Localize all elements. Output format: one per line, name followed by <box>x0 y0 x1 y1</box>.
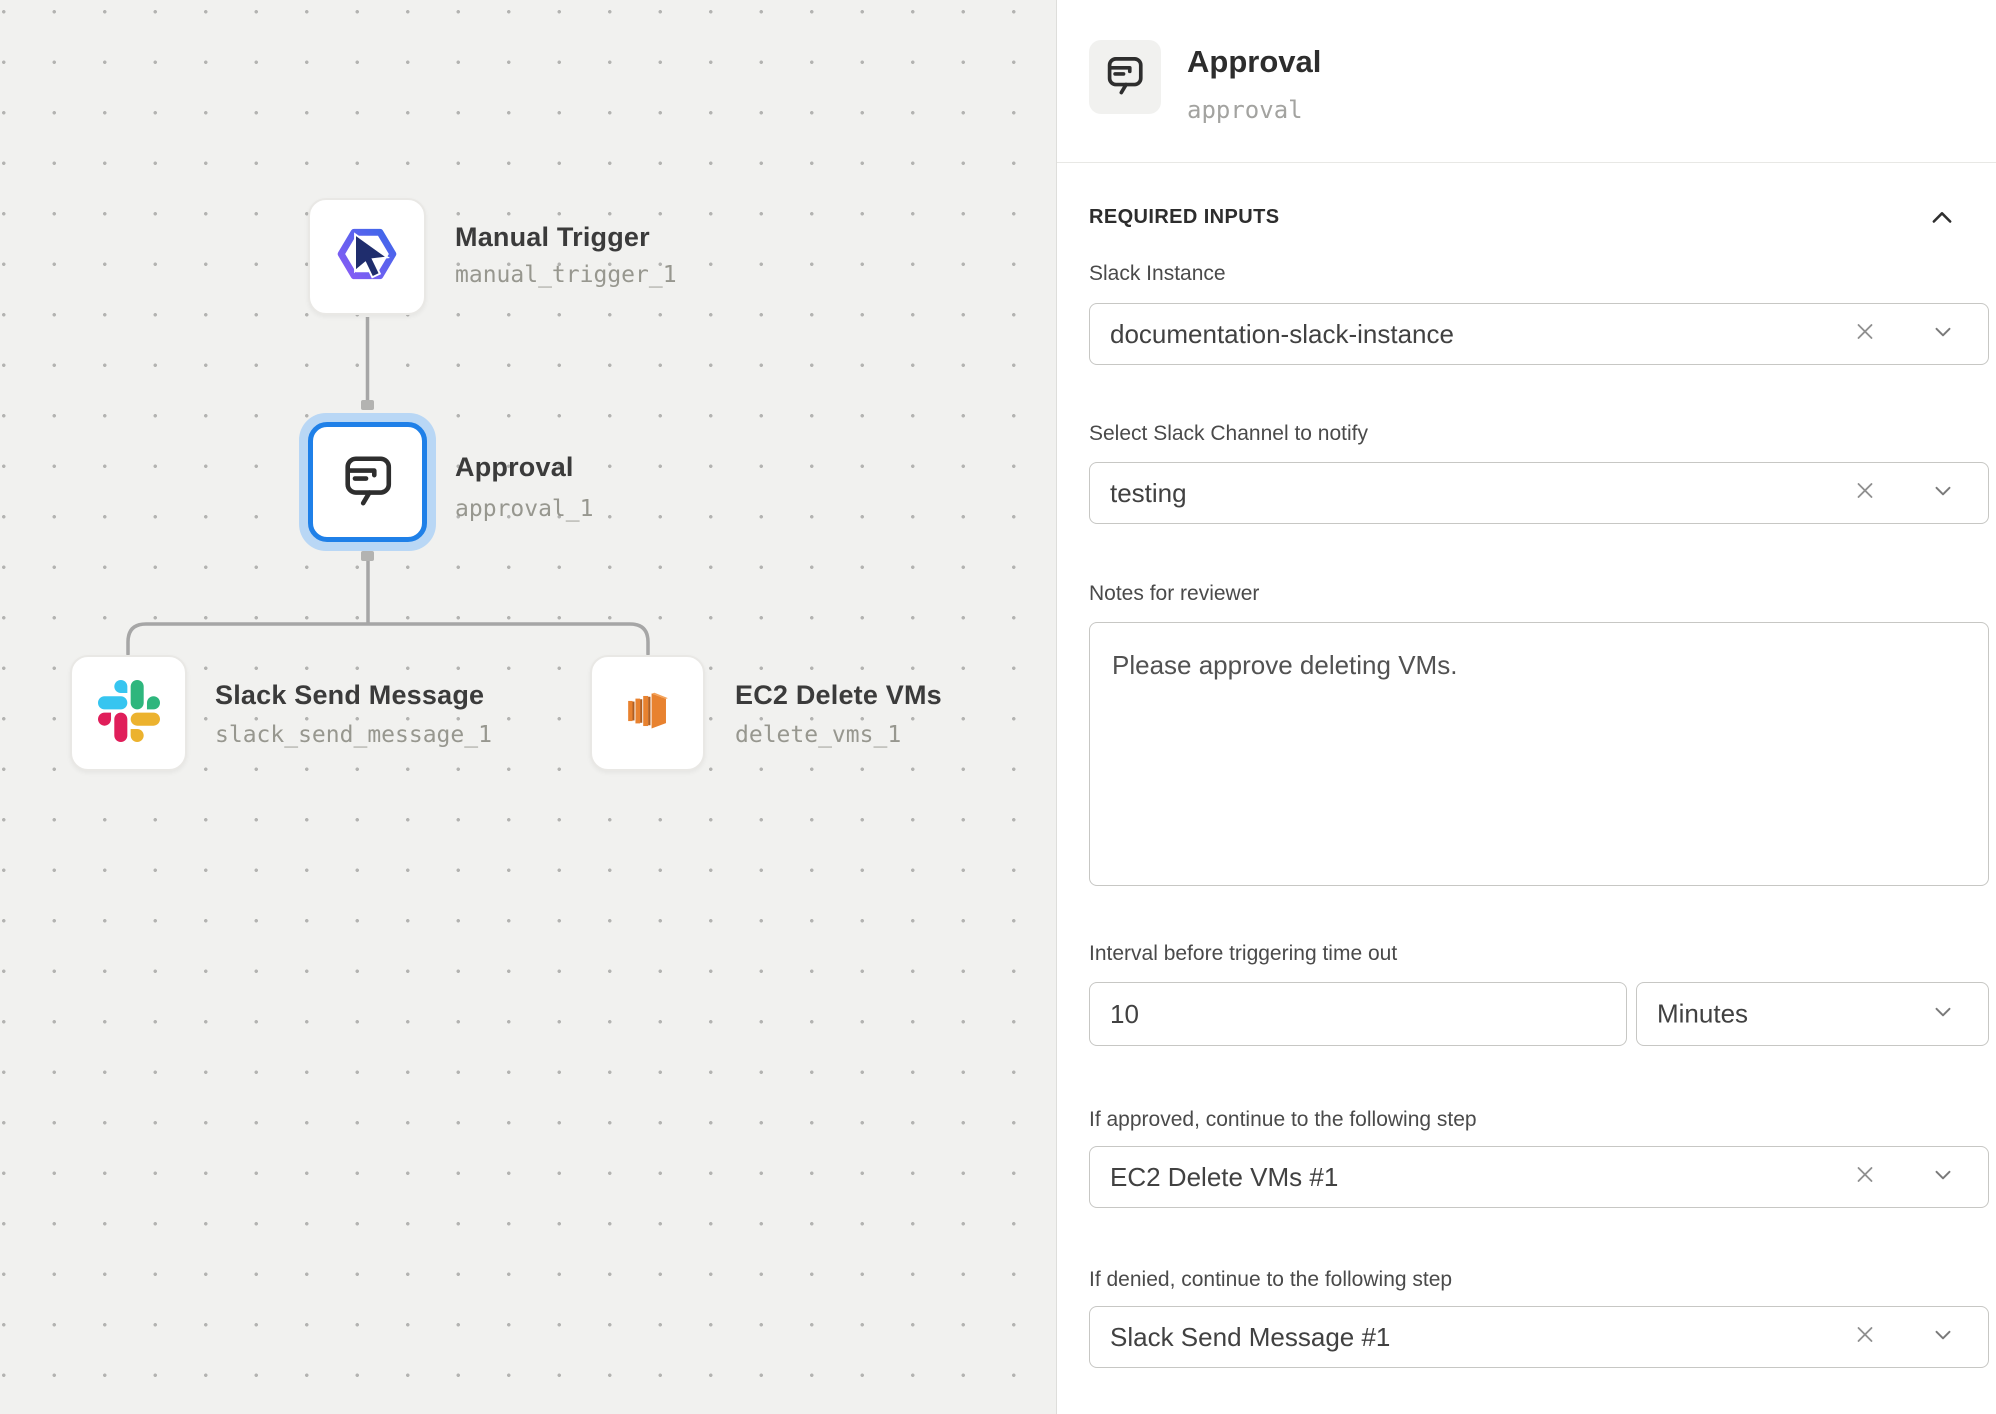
node-title: Manual Trigger <box>455 222 650 253</box>
clear-icon[interactable] <box>1852 1322 1878 1353</box>
interval-value-input[interactable] <box>1089 982 1627 1046</box>
node-title: Slack Send Message <box>215 680 484 711</box>
step-config-panel: Approval approval REQUIRED INPUTS Slack … <box>1056 0 1996 1414</box>
required-inputs-section-title: REQUIRED INPUTS <box>1089 206 1279 229</box>
node-approval-selection-halo <box>299 413 436 551</box>
chevron-up-icon[interactable] <box>1928 204 1956 232</box>
interval-unit-select[interactable]: Minutes <box>1636 982 1989 1046</box>
slack-icon <box>98 680 160 747</box>
slack-instance-label: Slack Instance <box>1089 262 1226 286</box>
slack-channel-combobox <box>1089 462 1989 524</box>
workflow-canvas[interactable]: Manual Trigger manual_trigger_1 Approval… <box>0 0 1056 1414</box>
if-denied-combobox <box>1089 1306 1989 1368</box>
node-slack-send-message[interactable] <box>70 655 187 771</box>
node-title: Approval <box>455 452 574 483</box>
panel-title: Approval <box>1187 44 1321 80</box>
chevron-down-icon[interactable] <box>1930 319 1956 350</box>
chevron-down-icon[interactable] <box>1930 478 1956 509</box>
node-subtitle: manual_trigger_1 <box>455 262 677 288</box>
node-subtitle: slack_send_message_1 <box>215 722 492 748</box>
approval-comment-icon <box>339 451 397 514</box>
if-denied-label: If denied, continue to the following ste… <box>1089 1268 1452 1292</box>
panel-subtitle: approval <box>1187 96 1303 124</box>
interval-label: Interval before triggering time out <box>1089 942 1397 966</box>
node-subtitle: approval_1 <box>455 496 593 522</box>
slack-channel-label: Select Slack Channel to notify <box>1089 422 1368 446</box>
interval-unit-value: Minutes <box>1657 999 1748 1030</box>
if-approved-combobox <box>1089 1146 1989 1208</box>
slack-instance-combobox <box>1089 303 1989 365</box>
approval-comment-icon <box>1103 53 1147 102</box>
notes-for-reviewer-label: Notes for reviewer <box>1089 582 1259 606</box>
approval-output-port <box>361 551 374 561</box>
node-title: EC2 Delete VMs <box>735 680 942 711</box>
node-manual-trigger[interactable] <box>308 198 426 315</box>
panel-step-icon-badge <box>1089 40 1161 114</box>
ec2-icon <box>617 680 679 747</box>
node-subtitle: delete_vms_1 <box>735 722 901 748</box>
node-approval[interactable] <box>308 422 427 542</box>
chevron-down-icon[interactable] <box>1930 1322 1956 1353</box>
clear-icon[interactable] <box>1852 319 1878 350</box>
notes-for-reviewer-textarea[interactable]: Please approve deleting VMs. <box>1089 622 1989 886</box>
node-ec2-delete-vms[interactable] <box>590 655 705 771</box>
if-approved-label: If approved, continue to the following s… <box>1089 1108 1477 1132</box>
approval-input-port <box>361 400 374 410</box>
chevron-down-icon[interactable] <box>1930 1162 1956 1193</box>
clear-icon[interactable] <box>1852 1162 1878 1193</box>
panel-header-divider <box>1057 162 1996 163</box>
clear-icon[interactable] <box>1852 478 1878 509</box>
manual-trigger-icon <box>334 221 400 292</box>
chevron-down-icon[interactable] <box>1930 999 1956 1030</box>
